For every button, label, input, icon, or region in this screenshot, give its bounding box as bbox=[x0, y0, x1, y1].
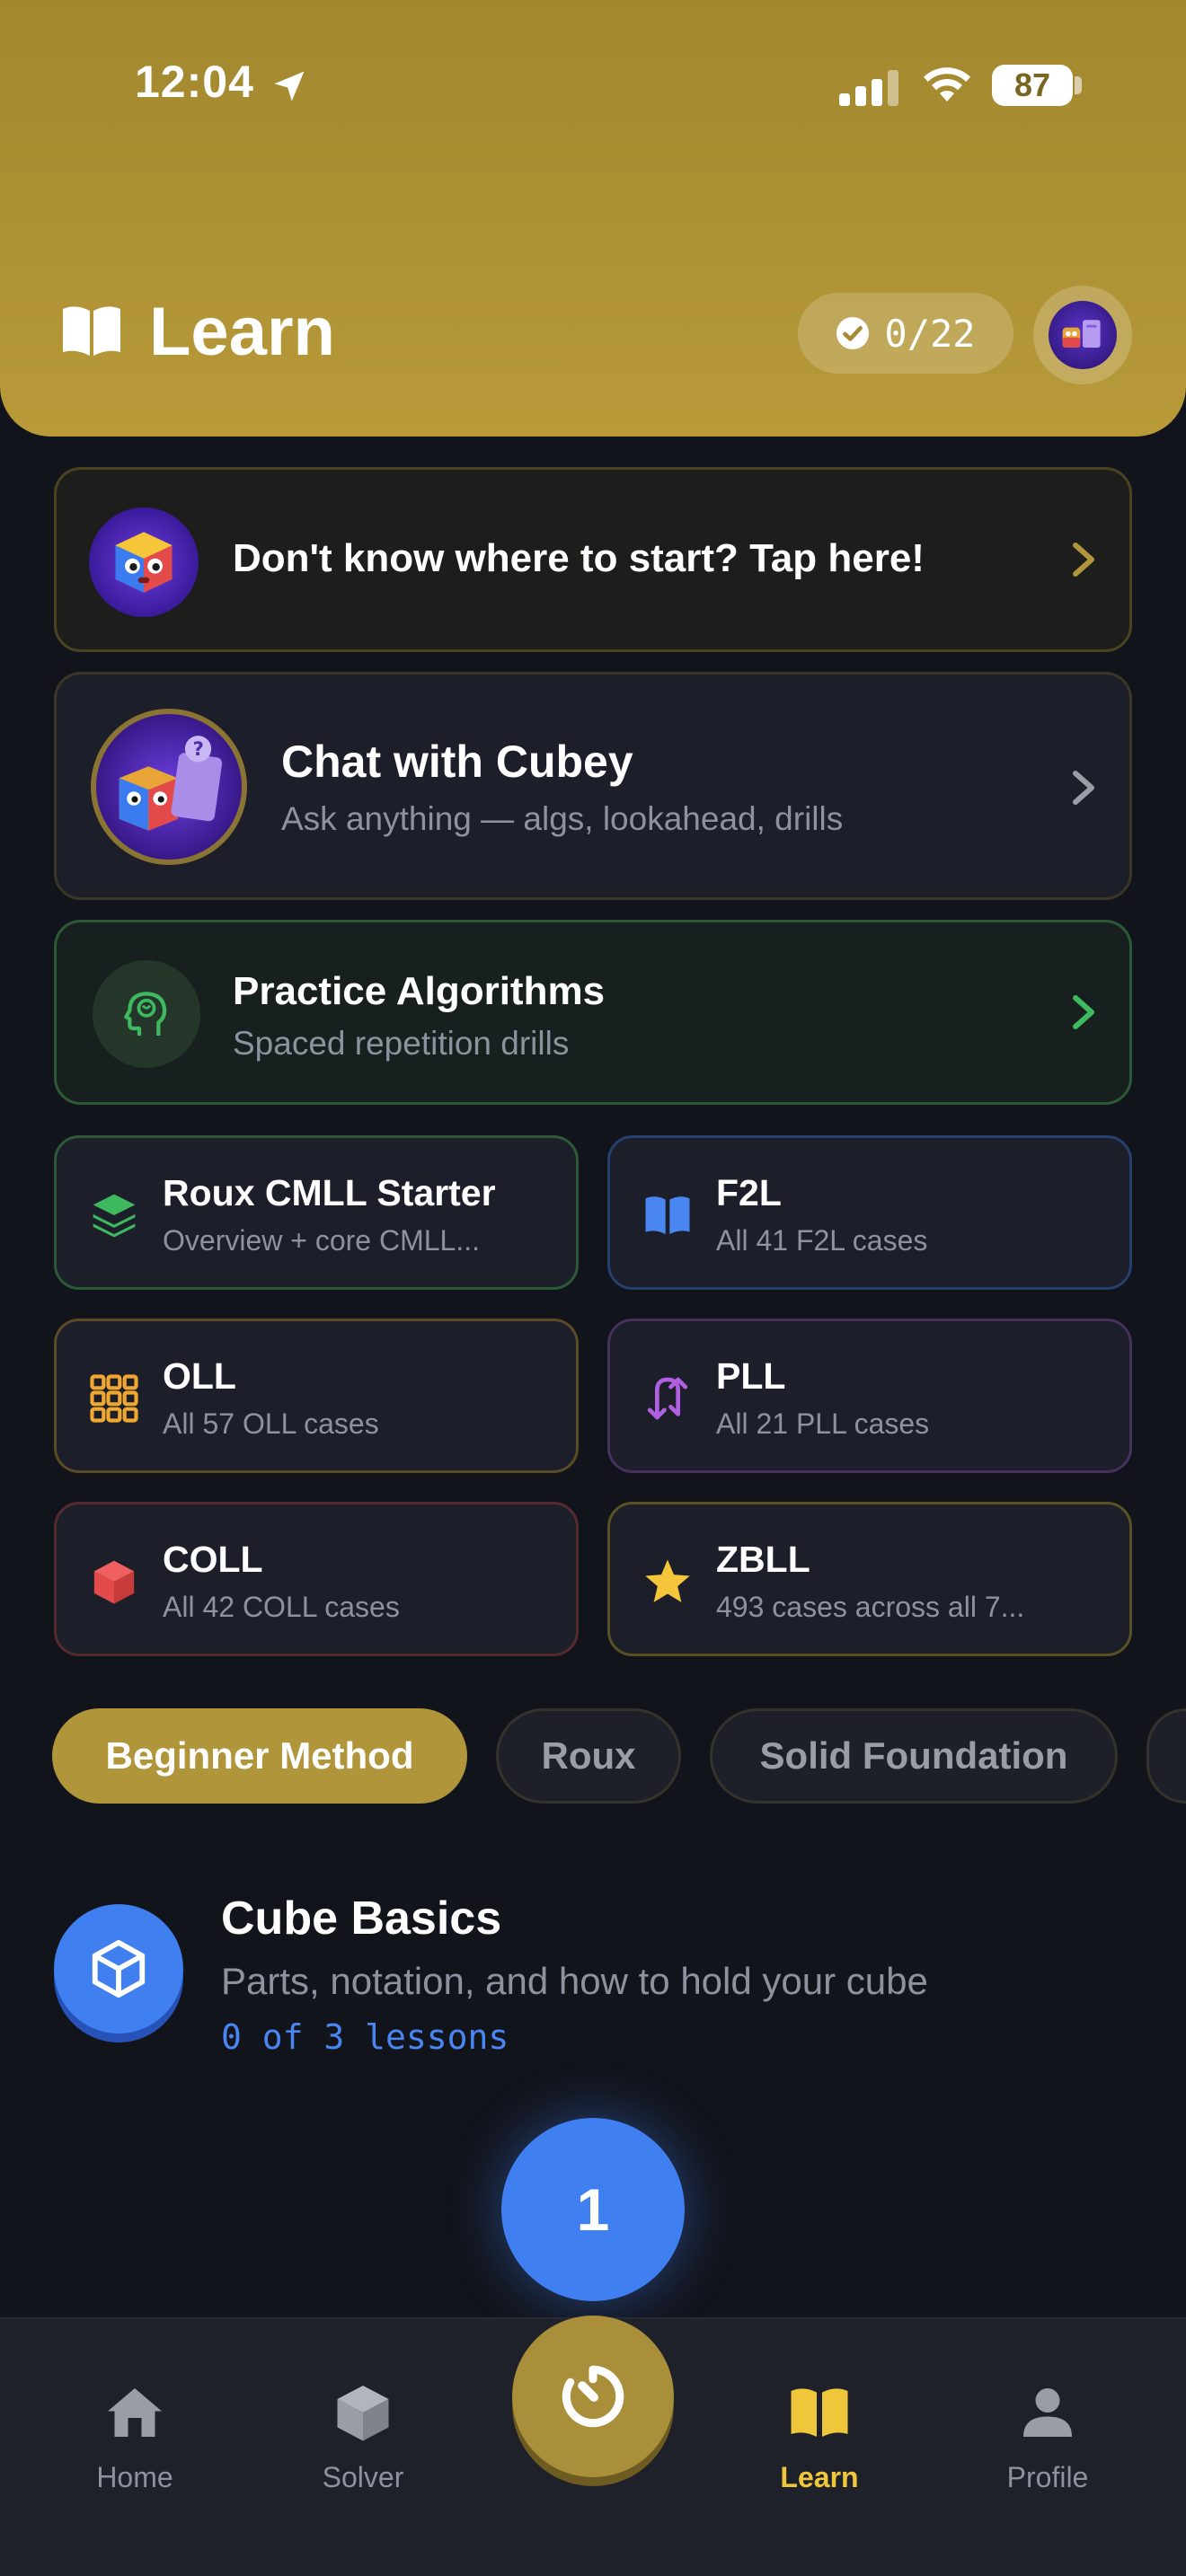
lesson-node-1[interactable]: 1 bbox=[501, 2118, 685, 2301]
status-time: 12:04 bbox=[135, 57, 254, 107]
svg-text:?: ? bbox=[193, 737, 204, 760]
chat-card-title: Chat with Cubey bbox=[281, 737, 633, 787]
practice-card-title: Practice Algorithms bbox=[233, 969, 606, 1013]
open-book-icon bbox=[63, 306, 120, 356]
tile-f2l[interactable]: F2L All 41 F2L cases bbox=[607, 1135, 1132, 1290]
chevron-right-icon bbox=[1073, 771, 1094, 805]
cubey-chat-avatar: ? bbox=[91, 709, 247, 865]
cube-outline-icon bbox=[92, 1939, 146, 1998]
book-icon bbox=[645, 1196, 690, 1234]
chip-beginner-method[interactable]: Beginner Method bbox=[52, 1708, 467, 1804]
cube-basics-icon bbox=[54, 1904, 183, 2033]
tile-title: F2L bbox=[716, 1172, 782, 1213]
chip-next-partial[interactable] bbox=[1146, 1708, 1186, 1804]
brain-head-icon bbox=[124, 992, 167, 1036]
tile-subtitle: All 41 F2L cases bbox=[716, 1224, 928, 1257]
chat-with-cubey-card[interactable]: ? Chat with Cubey Ask anything — algs, l… bbox=[54, 672, 1132, 900]
tile-subtitle: All 42 COLL cases bbox=[163, 1591, 400, 1623]
header: 12:04 87 Learn 0/22 bbox=[0, 0, 1186, 437]
lesson-progress-text: 0/22 bbox=[884, 311, 976, 356]
section-progress: 0 of 3 lessons bbox=[221, 2017, 509, 2057]
tile-title: COLL bbox=[163, 1539, 263, 1580]
section-subtitle: Parts, notation, and how to hold your cu… bbox=[221, 1960, 928, 2002]
chat-card-subtitle: Ask anything — algs, lookahead, drills bbox=[281, 800, 844, 837]
cubey-avatar-button[interactable] bbox=[1033, 286, 1132, 384]
grid-icon bbox=[90, 1374, 138, 1423]
timer-button[interactable] bbox=[512, 2316, 674, 2477]
tile-subtitle: All 21 PLL cases bbox=[716, 1407, 930, 1440]
wifi-icon bbox=[924, 67, 970, 101]
cube-icon bbox=[93, 1560, 135, 1604]
tab-label: Profile bbox=[1006, 2461, 1089, 2493]
check-circle-icon bbox=[836, 316, 870, 350]
tile-title: PLL bbox=[716, 1355, 786, 1397]
lesson-progress-badge[interactable]: 0/22 bbox=[798, 293, 1013, 374]
tab-label: Learn bbox=[780, 2461, 859, 2493]
tile-title: OLL bbox=[163, 1355, 236, 1397]
section-title: Cube Basics bbox=[221, 1892, 502, 1945]
tab-label: Home bbox=[96, 2461, 173, 2493]
chip-roux[interactable]: Roux bbox=[496, 1708, 681, 1804]
cubey-avatar bbox=[1049, 301, 1117, 369]
practice-icon-container bbox=[93, 960, 200, 1068]
tile-title: Roux CMLL Starter bbox=[163, 1172, 496, 1213]
open-book-icon bbox=[791, 2388, 848, 2437]
page-title: Learn bbox=[149, 294, 335, 370]
chevron-right-icon bbox=[1073, 995, 1094, 1029]
tile-subtitle: All 57 OLL cases bbox=[163, 1407, 379, 1440]
cellular-signal-icon bbox=[839, 70, 898, 106]
tile-title: ZBLL bbox=[716, 1539, 810, 1580]
tile-subtitle: Overview + core CMLL... bbox=[163, 1224, 480, 1257]
home-icon bbox=[108, 2388, 162, 2437]
tab-home[interactable]: Home bbox=[45, 2380, 225, 2506]
cube-icon bbox=[337, 2386, 389, 2441]
swap-arrows-icon bbox=[647, 1377, 688, 1420]
start-here-title: Don't know where to start? Tap here! bbox=[233, 536, 925, 580]
tab-profile[interactable]: Profile bbox=[958, 2380, 1137, 2506]
practice-card-subtitle: Spaced repetition drills bbox=[233, 1025, 570, 1062]
start-here-card[interactable]: Don't know where to start? Tap here! bbox=[54, 467, 1132, 652]
chip-solid-foundation[interactable]: Solid Foundation bbox=[710, 1708, 1118, 1804]
tile-subtitle: 493 cases across all 7... bbox=[716, 1591, 1025, 1623]
person-icon bbox=[1023, 2388, 1072, 2437]
tile-pll[interactable]: PLL All 21 PLL cases bbox=[607, 1319, 1132, 1473]
battery-tip bbox=[1075, 76, 1082, 94]
tile-roux-cmll-starter[interactable]: Roux CMLL Starter Overview + core CMLL..… bbox=[54, 1135, 579, 1290]
cubey-mascot-icon bbox=[89, 507, 199, 617]
layers-icon bbox=[93, 1194, 136, 1238]
tab-label: Solver bbox=[322, 2461, 404, 2493]
battery-indicator: 87 bbox=[992, 65, 1073, 106]
tile-coll[interactable]: COLL All 42 COLL cases bbox=[54, 1502, 579, 1656]
cubey-mascot-icon: ? bbox=[119, 736, 223, 831]
tile-oll[interactable]: OLL All 57 OLL cases bbox=[54, 1319, 579, 1473]
location-arrow-icon bbox=[274, 71, 305, 101]
chevron-right-icon bbox=[1073, 543, 1094, 577]
tab-solver[interactable]: Solver bbox=[273, 2380, 453, 2506]
star-icon bbox=[645, 1559, 690, 1602]
tile-zbll[interactable]: ZBLL 493 cases across all 7... bbox=[607, 1502, 1132, 1656]
tab-learn[interactable]: Learn bbox=[730, 2380, 909, 2506]
cubey-mascot-icon bbox=[1062, 320, 1101, 348]
timer-icon bbox=[562, 2365, 624, 2428]
practice-algorithms-card[interactable]: Practice Algorithms Spaced repetition dr… bbox=[54, 920, 1132, 1105]
